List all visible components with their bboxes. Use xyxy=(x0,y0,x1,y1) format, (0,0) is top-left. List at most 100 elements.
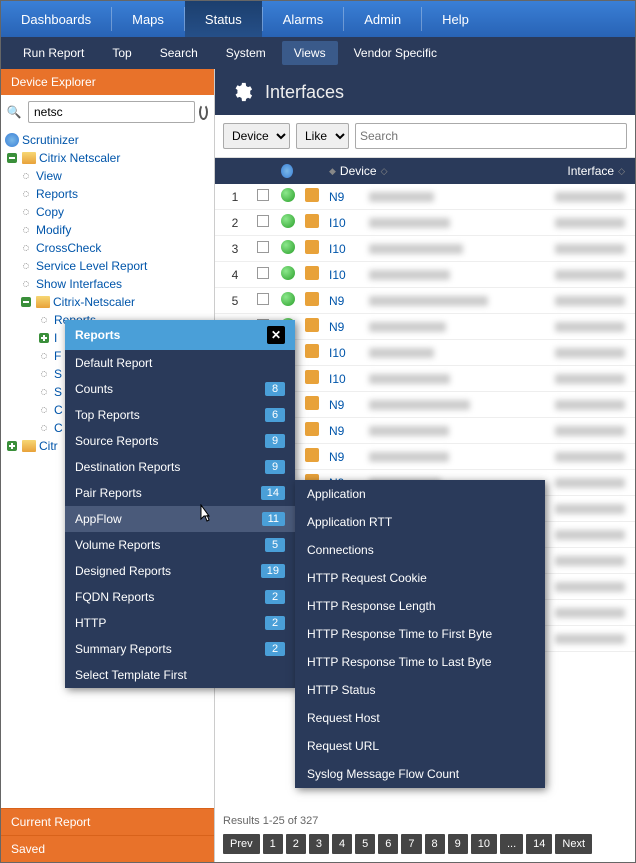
tree-subgroup[interactable]: Citrix-Netscaler xyxy=(1,293,214,311)
tree-item[interactable]: View xyxy=(1,167,214,185)
topnav-dashboards[interactable]: Dashboards xyxy=(1,1,111,37)
submenu-item[interactable]: HTTP Response Time to First Byte xyxy=(295,620,545,648)
page-button[interactable]: ... xyxy=(500,834,523,854)
topnav-status[interactable]: Status xyxy=(185,1,262,37)
page-button[interactable]: 14 xyxy=(526,834,552,854)
popup-item[interactable]: FQDN Reports2 xyxy=(65,584,295,610)
submenu-item[interactable]: Connections xyxy=(295,536,545,564)
device-link[interactable]: I10 xyxy=(323,268,363,282)
subnav-vendor-specific[interactable]: Vendor Specific xyxy=(342,41,449,65)
tree-item[interactable]: CrossCheck xyxy=(1,239,214,257)
submenu-item[interactable]: HTTP Status xyxy=(295,676,545,704)
saved-bar[interactable]: Saved xyxy=(1,835,214,862)
device-link[interactable]: N9 xyxy=(323,450,363,464)
device-link[interactable]: I10 xyxy=(323,372,363,386)
submenu-item[interactable]: Application xyxy=(295,480,545,508)
tree-item[interactable]: Reports xyxy=(1,185,214,203)
subnav-search[interactable]: Search xyxy=(148,41,210,65)
topnav-help[interactable]: Help xyxy=(422,1,489,37)
filter-search-input[interactable] xyxy=(355,123,627,149)
device-link[interactable]: N9 xyxy=(323,294,363,308)
topnav-admin[interactable]: Admin xyxy=(344,1,421,37)
close-icon[interactable]: ✕ xyxy=(267,326,285,344)
tree-group[interactable]: Citrix Netscaler xyxy=(1,149,214,167)
page-button[interactable]: 7 xyxy=(401,834,421,854)
tree-item[interactable]: Modify xyxy=(1,221,214,239)
gear-icon[interactable] xyxy=(231,81,253,103)
filter-field-select[interactable]: Device xyxy=(223,123,290,149)
expand-icon[interactable] xyxy=(39,333,49,343)
filter-op-select[interactable]: Like xyxy=(296,123,349,149)
page-button[interactable]: 4 xyxy=(332,834,352,854)
popup-item[interactable]: Top Reports6 xyxy=(65,402,295,428)
submenu-item[interactable]: Request Host xyxy=(295,704,545,732)
tree-root[interactable]: Scrutinizer xyxy=(1,131,214,149)
row-checkbox[interactable] xyxy=(257,241,269,253)
device-link[interactable]: N9 xyxy=(323,320,363,334)
device-link[interactable]: I10 xyxy=(323,242,363,256)
table-row[interactable]: 5N9 xyxy=(215,288,635,314)
page-button[interactable]: 9 xyxy=(448,834,468,854)
row-checkbox[interactable] xyxy=(257,267,269,279)
popup-item[interactable]: HTTP2 xyxy=(65,610,295,636)
table-row[interactable]: 2I10 xyxy=(215,210,635,236)
submenu-item[interactable]: HTTP Request Cookie xyxy=(295,564,545,592)
bullet-icon xyxy=(23,245,29,251)
page-button[interactable]: 10 xyxy=(471,834,497,854)
collapse-icon[interactable] xyxy=(7,153,17,163)
collapse-icon[interactable] xyxy=(21,297,31,307)
page-button[interactable]: 1 xyxy=(263,834,283,854)
refresh-icon[interactable] xyxy=(199,104,208,120)
popup-item[interactable]: Destination Reports9 xyxy=(65,454,295,480)
tree-item[interactable]: Service Level Report xyxy=(1,257,214,275)
tree-label: Scrutinizer xyxy=(22,133,79,147)
current-report-bar[interactable]: Current Report xyxy=(1,808,214,835)
table-row[interactable]: 3I10 xyxy=(215,236,635,262)
page-button[interactable]: Next xyxy=(555,834,592,854)
page-button[interactable]: 6 xyxy=(378,834,398,854)
device-link[interactable]: N9 xyxy=(323,398,363,412)
device-link[interactable]: N9 xyxy=(323,190,363,204)
popup-item[interactable]: Summary Reports2 xyxy=(65,636,295,662)
row-checkbox[interactable] xyxy=(257,293,269,305)
popup-item[interactable]: Pair Reports14 xyxy=(65,480,295,506)
popup-item[interactable]: Counts8 xyxy=(65,376,295,402)
search-input[interactable] xyxy=(28,101,195,123)
subnav-top[interactable]: Top xyxy=(100,41,143,65)
page-button[interactable]: 8 xyxy=(425,834,445,854)
device-link[interactable]: I10 xyxy=(323,346,363,360)
subnav-system[interactable]: System xyxy=(214,41,278,65)
popup-item[interactable]: Source Reports9 xyxy=(65,428,295,454)
popup-item[interactable]: Default Report xyxy=(65,350,295,376)
subnav-run-report[interactable]: Run Report xyxy=(11,41,96,65)
submenu-item[interactable]: Syslog Message Flow Count xyxy=(295,760,545,788)
topnav-maps[interactable]: Maps xyxy=(112,1,184,37)
subnav-views[interactable]: Views xyxy=(282,41,338,65)
submenu-item[interactable]: HTTP Response Length xyxy=(295,592,545,620)
popup-item[interactable]: Designed Reports19 xyxy=(65,558,295,584)
tree-item[interactable]: Copy xyxy=(1,203,214,221)
topnav-alarms[interactable]: Alarms xyxy=(263,1,343,37)
device-link[interactable]: N9 xyxy=(323,424,363,438)
row-checkbox[interactable] xyxy=(257,189,269,201)
table-row[interactable]: 4I10 xyxy=(215,262,635,288)
page-button[interactable]: 5 xyxy=(355,834,375,854)
popup-item[interactable]: AppFlow11 xyxy=(65,506,295,532)
page-button[interactable]: 3 xyxy=(309,834,329,854)
page-button[interactable]: 2 xyxy=(286,834,306,854)
row-checkbox[interactable] xyxy=(257,215,269,227)
popup-item[interactable]: Select Template First xyxy=(65,662,295,688)
submenu-item[interactable]: Application RTT xyxy=(295,508,545,536)
submenu-item[interactable]: HTTP Response Time to Last Byte xyxy=(295,648,545,676)
tree-item[interactable]: Show Interfaces xyxy=(1,275,214,293)
expand-icon[interactable] xyxy=(7,441,17,451)
interface-column[interactable]: Interface◇ xyxy=(521,164,631,178)
popup-item[interactable]: Volume Reports5 xyxy=(65,532,295,558)
page-button[interactable]: Prev xyxy=(223,834,260,854)
table-row[interactable]: 1 N9 xyxy=(215,184,635,210)
device-link[interactable]: I10 xyxy=(323,216,363,230)
submenu-item[interactable]: Request URL xyxy=(295,732,545,760)
interface-name xyxy=(555,244,625,254)
row-number: 1 xyxy=(219,190,251,204)
device-column[interactable]: ◆Device◇ xyxy=(323,164,521,178)
